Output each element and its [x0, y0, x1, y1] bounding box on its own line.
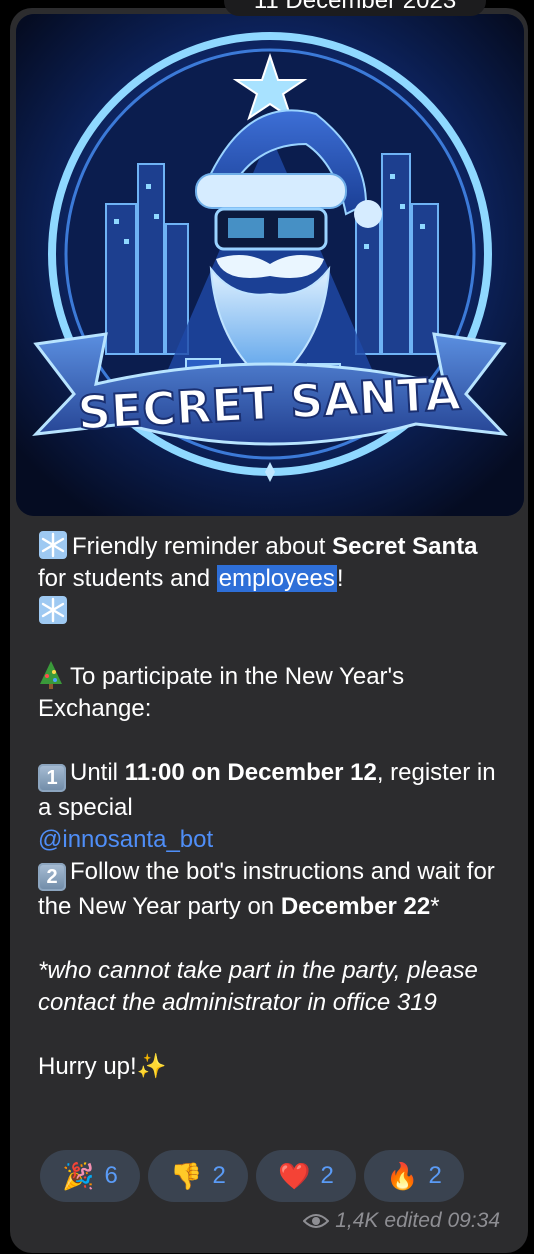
intro-text: Friendly reminder about — [72, 533, 333, 560]
message-image[interactable]: SECRET SANTA — [16, 14, 524, 516]
reactions-bar: 🎉 6 👎 2 ❤️ 2 🔥 2 — [40, 1150, 464, 1202]
footnote-text: *who cannot take part in the party, plea… — [38, 957, 478, 1016]
snowflake-icon — [39, 531, 67, 559]
sparkles-icon: ✨ — [136, 1053, 167, 1080]
step1-deadline: 11:00 on December 12 — [124, 759, 377, 786]
thumbs-down-icon: 👎 — [170, 1161, 203, 1191]
participate-text: To participate in the New Year's Exchang… — [38, 663, 405, 722]
reaction-fire-button[interactable]: 🔥 2 — [364, 1150, 464, 1202]
reaction-count: 2 — [212, 1162, 226, 1189]
message-hurry: Hurry up!✨ — [38, 1051, 508, 1083]
message-footnote: *who cannot take part in the party, plea… — [38, 955, 508, 1019]
reaction-thumbs-down-button[interactable]: 👎 2 — [148, 1150, 248, 1202]
view-count: 1,4K — [335, 1209, 379, 1232]
step1-text: Until — [70, 759, 125, 786]
reaction-party-button[interactable]: 🎉 6 — [40, 1150, 140, 1202]
reaction-heart-button[interactable]: ❤️ 2 — [256, 1150, 356, 1202]
background-edge — [0, 0, 10, 1254]
message-step-2: 2 Follow the bot's instructions and wait … — [38, 856, 508, 923]
message-bubble[interactable]: SECRET SANTA Friendly reminder about Sec… — [10, 8, 528, 1253]
fire-icon: 🔥 — [386, 1161, 419, 1191]
keycap-1-icon: 1 — [38, 764, 66, 792]
keycap-2-icon: 2 — [38, 863, 66, 891]
date-header: 11 December 2023 — [224, 0, 486, 16]
selected-text[interactable]: employees — [216, 565, 337, 592]
edited-time: edited 09:34 — [384, 1209, 500, 1232]
intro-text-2: for students and — [38, 565, 217, 592]
christmas-tree-icon — [40, 661, 62, 689]
snowflake-icon — [39, 596, 67, 624]
secret-santa-bold: Secret Santa — [332, 533, 478, 560]
hurry-text: Hurry up! — [38, 1053, 137, 1080]
step2-date: December 22 — [280, 893, 431, 920]
reaction-count: 6 — [104, 1162, 118, 1189]
reaction-count: 2 — [320, 1162, 334, 1189]
reaction-count: 2 — [428, 1162, 442, 1189]
step2-asterisk: * — [430, 893, 440, 920]
message-text: Friendly reminder about Secret Santa for… — [38, 530, 508, 1083]
party-popper-icon: 🎉 — [62, 1161, 95, 1191]
message-line-intro: Friendly reminder about Secret Santa for… — [38, 530, 508, 628]
heart-icon: ❤️ — [278, 1161, 311, 1191]
intro-end: ! — [336, 565, 344, 592]
bot-link[interactable]: @innosanta_bot — [38, 826, 213, 853]
message-step-1: 1 Until 11:00 on December 12, register in… — [38, 757, 508, 856]
message-meta: 1,4K edited 09:34 — [303, 1209, 500, 1233]
eye-icon — [303, 1214, 330, 1228]
message-line-participate: To participate in the New Year's Exchang… — [38, 660, 508, 725]
secret-santa-illustration: SECRET SANTA — [16, 14, 524, 516]
